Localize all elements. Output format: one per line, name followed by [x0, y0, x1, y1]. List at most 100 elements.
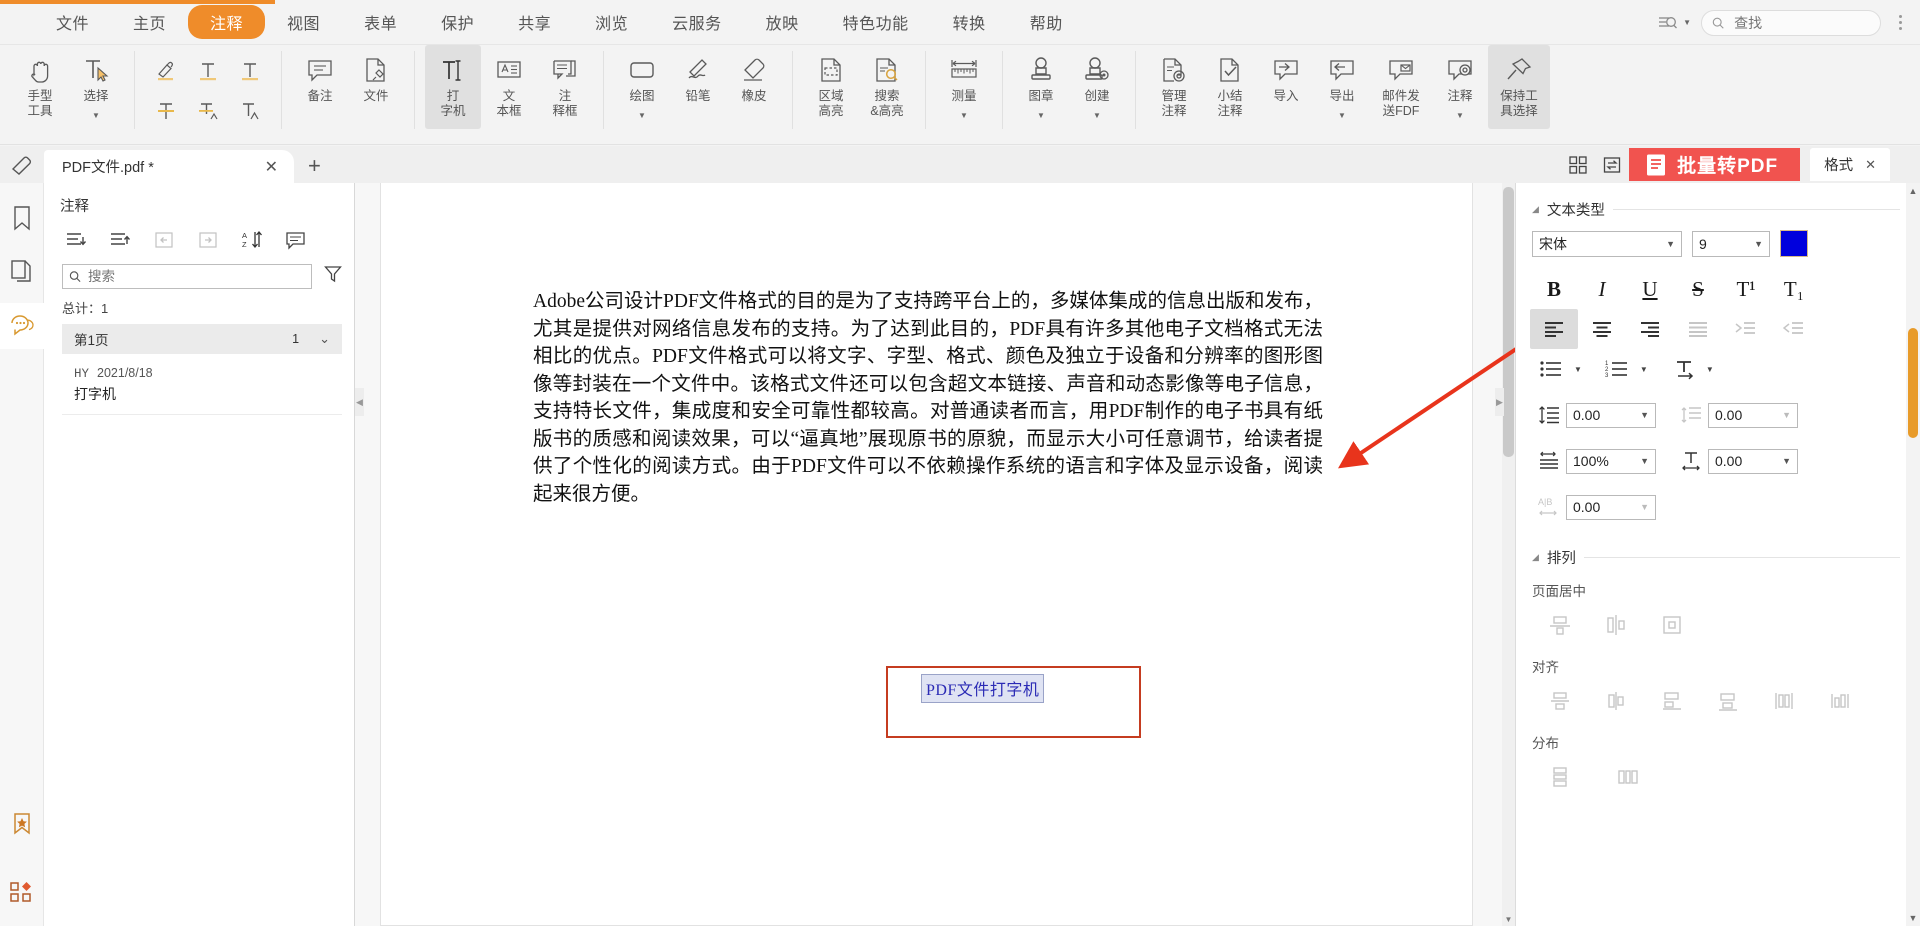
chevron-down-icon[interactable]: ▼	[1093, 105, 1101, 123]
eraser-button[interactable]: 橡皮	[726, 45, 782, 129]
global-search-input[interactable]	[1732, 14, 1870, 32]
close-icon[interactable]: ✕	[1865, 157, 1876, 173]
indent-increase-button[interactable]	[1722, 309, 1770, 349]
pencil-button[interactable]: 铅笔	[670, 45, 726, 129]
rail-item-comments[interactable]	[0, 303, 44, 349]
bullet-list-button[interactable]	[1530, 349, 1574, 389]
annotation-list-item[interactable]: HY2021/8/18 打字机	[62, 358, 342, 415]
chevron-down-icon[interactable]: ▼	[1640, 502, 1649, 512]
menu-item-view[interactable]: 视图	[265, 6, 342, 38]
paragraph-spacing-input[interactable]: 0.00 ▼	[1708, 403, 1798, 428]
chevron-down-icon[interactable]: ⌄	[319, 331, 330, 347]
section-header-text-type[interactable]: ◢ 文本类型	[1516, 183, 1920, 220]
underline-button[interactable]: U	[1626, 269, 1674, 309]
mail-fdf-button[interactable]: 邮件发 送FDF	[1370, 45, 1432, 129]
font-size-select[interactable]: 9 ▼	[1692, 231, 1770, 257]
typewriter-annotation-text[interactable]: PDF文件打字机	[921, 674, 1044, 703]
line-spacing-input[interactable]: 0.00 ▼	[1566, 403, 1656, 428]
textbox-button[interactable]: 文 本框	[481, 45, 537, 129]
menu-item-form[interactable]: 表单	[342, 6, 419, 38]
underline-button[interactable]	[229, 51, 271, 91]
insert-text-button[interactable]	[229, 91, 271, 131]
text-direction-button[interactable]	[1666, 349, 1706, 389]
next-comment-button[interactable]	[186, 224, 230, 256]
pdf-page[interactable]: Adobe公司设计PDF文件格式的目的是为了支持跨平台上的，多媒体集成的信息出版…	[380, 183, 1473, 926]
horizontal-scale-input[interactable]: 100% ▼	[1566, 449, 1656, 474]
align-objects-bottom-button[interactable]	[1812, 682, 1868, 720]
rail-item-page-thumbnails[interactable]	[0, 249, 44, 295]
menu-item-features[interactable]: 特色功能	[821, 6, 931, 38]
more-options-icon[interactable]	[1891, 11, 1910, 34]
swap-view-button[interactable]	[1595, 148, 1629, 181]
menu-item-browse[interactable]: 浏览	[573, 6, 650, 38]
collapse-left-panel-button[interactable]: ◀	[355, 388, 364, 416]
align-objects-middle-button[interactable]	[1756, 682, 1812, 720]
distribute-vertical-button[interactable]	[1532, 758, 1588, 796]
character-spacing-input[interactable]: 0.00 ▼	[1566, 495, 1656, 520]
stamp-button[interactable]: 图章 ▼	[1013, 45, 1069, 129]
search-highlight-button[interactable]: 搜索 &高亮	[859, 45, 915, 129]
chevron-down-icon[interactable]: ▼	[1782, 410, 1791, 420]
grid-view-button[interactable]	[1561, 148, 1595, 181]
menu-item-share[interactable]: 共享	[496, 6, 573, 38]
callout-button[interactable]: 注 释框	[537, 45, 593, 129]
align-justify-button[interactable]	[1674, 309, 1722, 349]
replace-text-button[interactable]	[187, 91, 229, 131]
eraser-tab-icon[interactable]	[0, 146, 44, 183]
superscript-button[interactable]: T¹	[1722, 269, 1770, 309]
subscript-button[interactable]: T₁	[1770, 269, 1818, 309]
previous-comment-button[interactable]	[142, 224, 186, 256]
chevron-down-icon[interactable]: ▼	[1640, 410, 1649, 420]
numbered-list-button[interactable]: 1 2 3	[1596, 349, 1640, 389]
annotations-page-group[interactable]: 第1页 1 ⌄	[62, 324, 342, 354]
menu-item-present[interactable]: 放映	[744, 6, 821, 38]
format-scroll-up-button[interactable]: ▲	[1906, 183, 1920, 199]
font-color-swatch[interactable]	[1780, 230, 1808, 257]
center-both-page-button[interactable]	[1644, 606, 1700, 644]
annotations-search-input[interactable]	[86, 268, 305, 285]
align-objects-center-h-button[interactable]	[1588, 682, 1644, 720]
format-scroll-down-button[interactable]: ▼	[1906, 910, 1920, 926]
highlight-button[interactable]	[145, 51, 187, 91]
annotations-filter-button[interactable]	[324, 265, 342, 288]
document-tab[interactable]: PDF文件.pdf * ✕	[44, 150, 294, 183]
export-button[interactable]: 导出 ▼	[1314, 45, 1370, 129]
typewriter-button[interactable]: 打 字机	[425, 45, 481, 129]
format-panel-tab[interactable]: 格式 ✕	[1810, 148, 1890, 181]
summarize-comments-button[interactable]: 小结 注释	[1202, 45, 1258, 129]
rail-item-bookmarks[interactable]	[0, 195, 44, 241]
menu-item-help[interactable]: 帮助	[1008, 6, 1085, 38]
batch-convert-pdf-button[interactable]: 批量转PDF	[1629, 148, 1800, 181]
draw-shape-button[interactable]: 绘图 ▼	[614, 45, 670, 129]
menu-item-convert[interactable]: 转换	[931, 6, 1008, 38]
collapse-all-button[interactable]	[98, 224, 142, 256]
viewer-scrollbar[interactable]: ▲ ▼	[1502, 183, 1515, 926]
hand-tool-button[interactable]: 手型 工具	[12, 45, 68, 129]
format-scroll-thumb[interactable]	[1908, 328, 1918, 438]
chevron-down-icon[interactable]: ▼	[92, 105, 100, 123]
strikeout-button[interactable]	[145, 91, 187, 131]
manage-comments-button[interactable]: 管理 注释	[1146, 45, 1202, 129]
triangle-collapse-icon[interactable]: ◢	[1532, 204, 1539, 215]
chevron-down-icon[interactable]: ▼	[1754, 239, 1763, 249]
annotations-search-box[interactable]	[62, 264, 312, 289]
close-icon[interactable]: ✕	[259, 157, 284, 177]
italic-button[interactable]: I	[1578, 269, 1626, 309]
chevron-down-icon[interactable]: ▼	[1338, 105, 1346, 123]
format-panel-scrollbar[interactable]: ▲ ▼	[1906, 183, 1920, 926]
align-right-button[interactable]	[1626, 309, 1674, 349]
triangle-collapse-icon[interactable]: ◢	[1532, 552, 1539, 563]
section-header-arrange[interactable]: ◢ 排列	[1516, 525, 1920, 568]
chevron-down-icon[interactable]: ▼	[1640, 456, 1649, 466]
chevron-down-icon[interactable]: ▼	[638, 105, 646, 123]
highlight-text-button[interactable]	[187, 51, 229, 91]
comment-settings-button[interactable]: 注释 ▼	[1432, 45, 1488, 129]
distribute-horizontal-button[interactable]	[1600, 758, 1656, 796]
align-objects-left-button[interactable]	[1532, 682, 1588, 720]
menu-item-home[interactable]: 主页	[111, 6, 188, 38]
text-direction-dropdown[interactable]: ▼	[1706, 365, 1714, 374]
add-tab-button[interactable]: +	[294, 153, 335, 183]
scroll-down-button[interactable]: ▼	[1502, 912, 1515, 926]
chevron-down-icon[interactable]: ▼	[960, 105, 968, 123]
measure-button[interactable]: 测量 ▼	[936, 45, 992, 129]
